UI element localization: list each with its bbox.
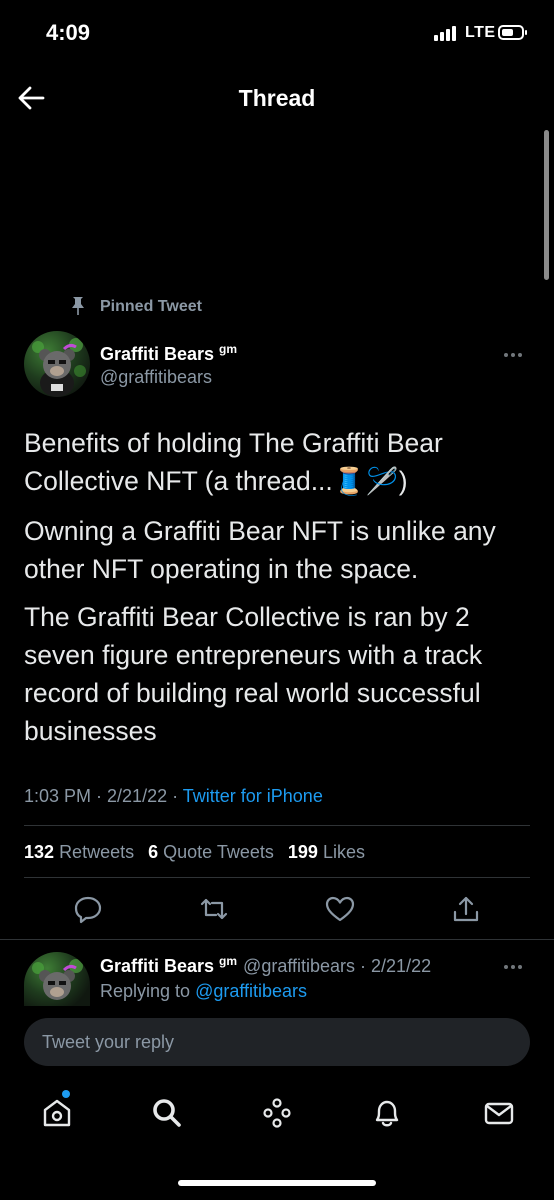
reply-icon[interactable] bbox=[72, 893, 104, 925]
page-title: Thread bbox=[238, 85, 316, 111]
replying-to: Replying to @graffitibears bbox=[100, 981, 308, 1001]
reply-avatar[interactable] bbox=[24, 952, 90, 1006]
reply-placeholder[interactable]: Tweet your reply bbox=[42, 1032, 174, 1053]
divider bbox=[24, 825, 530, 826]
notification-dot bbox=[62, 1090, 70, 1098]
avatar[interactable] bbox=[24, 331, 90, 397]
retweet-icon[interactable] bbox=[198, 893, 230, 925]
retweets-stat[interactable]: 132 Retweets bbox=[24, 842, 134, 862]
replying-to-link[interactable]: @graffitibears bbox=[195, 981, 307, 1001]
reply-handle-date: @graffitibears · 2/21/22 bbox=[243, 956, 432, 976]
pinned-label: Pinned Tweet bbox=[100, 298, 202, 315]
messages-icon[interactable] bbox=[482, 1096, 516, 1130]
home-icon[interactable] bbox=[40, 1096, 74, 1130]
tweet-stats: 132 Retweets 6 Quote Tweets 199 Likes bbox=[24, 842, 365, 863]
notifications-icon[interactable] bbox=[370, 1096, 404, 1130]
tweet-paragraph: Owning a Graffiti Bear NFT is unlike any… bbox=[24, 516, 496, 584]
tweet-paragraph: Benefits of holding The Graffiti Bear Co… bbox=[24, 428, 443, 496]
scrollbar[interactable] bbox=[544, 130, 549, 280]
tweet-source-link[interactable]: Twitter for iPhone bbox=[183, 786, 323, 806]
network-label: LTE bbox=[465, 24, 496, 41]
pin-icon bbox=[72, 297, 84, 315]
tweet-paragraph: The Graffiti Bear Collective is ran by 2… bbox=[24, 602, 483, 746]
reply-author-badge: gm bbox=[219, 954, 238, 968]
signal-icon bbox=[434, 26, 456, 41]
tweet-metadata: 1:03 PM · 2/21/22 · Twitter for iPhone bbox=[24, 786, 323, 807]
tweet-timestamp: 1:03 PM · 2/21/22 · bbox=[24, 786, 183, 806]
status-time: 4:09 bbox=[46, 20, 91, 45]
reply-more-options-icon[interactable] bbox=[504, 956, 525, 974]
divider bbox=[24, 877, 530, 878]
divider bbox=[0, 939, 554, 940]
share-icon[interactable] bbox=[450, 893, 482, 925]
reply-author[interactable]: Graffiti Bears gm @graffitibears · 2/21/22 bbox=[100, 954, 431, 977]
likes-stat[interactable]: 199 Likes bbox=[288, 842, 365, 862]
quote-tweets-stat[interactable]: 6 Quote Tweets bbox=[148, 842, 274, 862]
like-icon[interactable] bbox=[324, 893, 356, 925]
more-options-icon[interactable] bbox=[504, 344, 525, 362]
spaces-icon[interactable] bbox=[260, 1096, 294, 1130]
author-badge: gm bbox=[219, 342, 238, 356]
search-icon[interactable] bbox=[150, 1096, 184, 1130]
home-indicator bbox=[178, 1180, 376, 1186]
author-handle[interactable]: @graffitibears bbox=[100, 367, 212, 388]
author-name[interactable]: Graffiti Bears gm bbox=[100, 342, 237, 365]
battery-icon bbox=[498, 25, 527, 40]
